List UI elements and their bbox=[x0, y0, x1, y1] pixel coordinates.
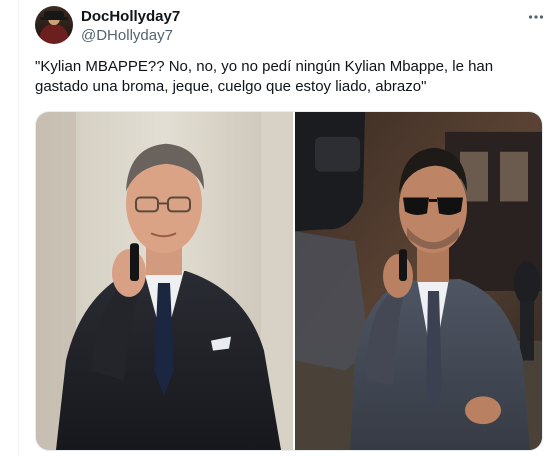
more-horizontal-icon bbox=[527, 8, 545, 26]
avatar-hat-brim bbox=[40, 17, 68, 20]
avatar[interactable] bbox=[35, 6, 73, 44]
user-handle[interactable]: @DHollyday7 bbox=[81, 27, 173, 45]
photo-left-image bbox=[36, 112, 293, 450]
media-photo-right[interactable] bbox=[295, 112, 542, 450]
tweet[interactable]: DocHollyday7 @DHollyday7 "Kylian MBAPPE?… bbox=[19, 0, 557, 456]
photo-right-image bbox=[295, 112, 542, 450]
display-name[interactable]: DocHollyday7 bbox=[81, 8, 180, 26]
tweet-media[interactable] bbox=[35, 111, 543, 451]
tweet-text: "Kylian MBAPPE?? No, no, yo no pedí ning… bbox=[35, 58, 498, 95]
more-options-button[interactable] bbox=[521, 6, 551, 28]
media-photo-left[interactable] bbox=[36, 112, 293, 450]
